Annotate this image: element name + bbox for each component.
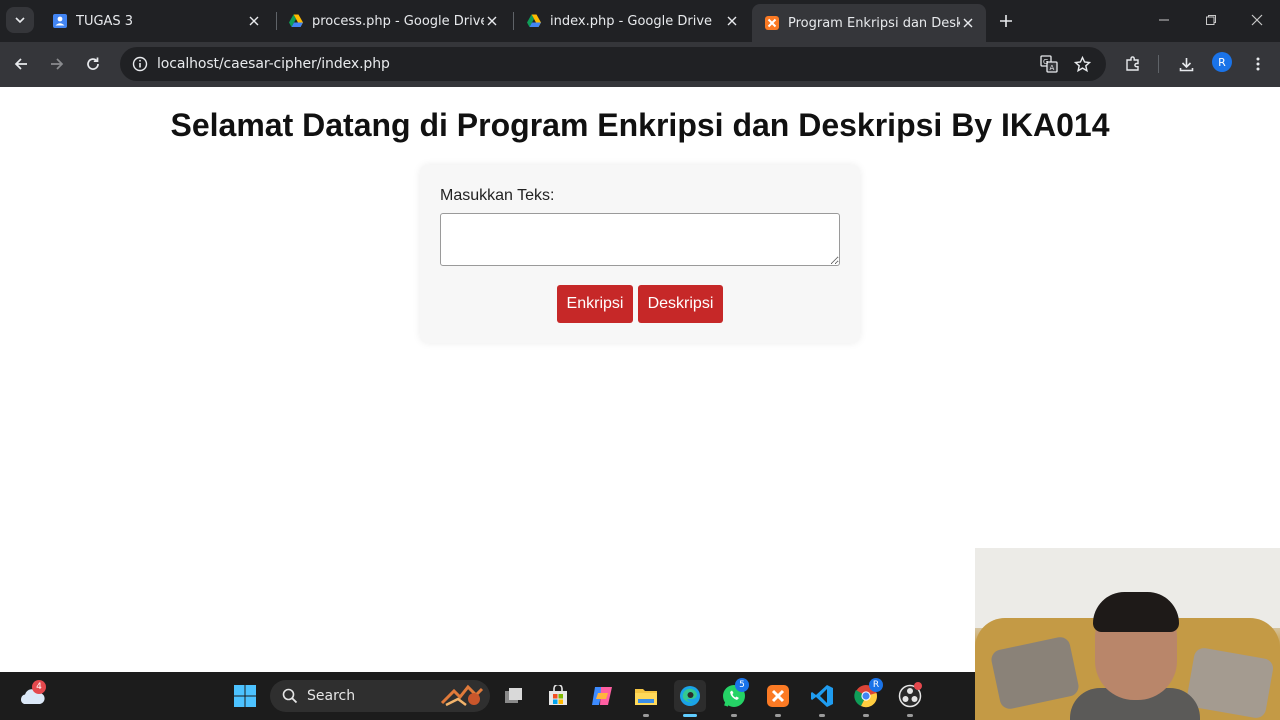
windows-logo-icon — [234, 685, 256, 707]
windows-taskbar: 4 Search 5 R — [0, 672, 975, 720]
tab-index-php[interactable]: index.php - Google Drive — [514, 4, 750, 38]
running-indicator — [907, 714, 913, 717]
running-indicator — [643, 714, 649, 717]
close-icon[interactable] — [484, 13, 500, 29]
tab-label: Program Enkripsi dan Deskripsi — [788, 15, 960, 31]
download-icon — [1179, 57, 1193, 71]
xampp-icon[interactable] — [762, 680, 794, 712]
weather-badge: 4 — [32, 680, 46, 694]
back-button[interactable] — [8, 51, 34, 77]
tab-label: index.php - Google Drive — [550, 13, 713, 29]
screen: TUGAS 3 process.php - Google Drive index… — [0, 0, 1280, 720]
contacts-icon — [53, 14, 67, 28]
webcam-person-hair — [1093, 592, 1179, 632]
new-tab-button[interactable] — [994, 9, 1018, 33]
tab-search-button[interactable] — [6, 7, 34, 33]
reload-icon — [87, 57, 99, 70]
active-indicator — [683, 714, 697, 717]
browser-toolbar: localhost/caesar-cipher/index.php GA — [0, 42, 1280, 87]
taskbar-search[interactable]: Search — [270, 680, 490, 712]
webcam-overlay — [975, 548, 1280, 720]
chrome-menu-button[interactable] — [1245, 51, 1271, 77]
arrow-left-icon — [14, 58, 27, 70]
translate-icon[interactable]: GA — [1037, 52, 1061, 76]
address-bar[interactable]: localhost/caesar-cipher/index.php GA — [120, 47, 1106, 81]
microsoft-store-icon[interactable] — [542, 680, 574, 712]
file-explorer-icon[interactable] — [630, 680, 662, 712]
profile-avatar[interactable]: R — [1212, 52, 1232, 72]
tab-process-php[interactable]: process.php - Google Drive — [276, 4, 510, 38]
page-title: Selamat Datang di Program Enkripsi dan D… — [170, 107, 1110, 143]
restore-icon — [1206, 15, 1216, 25]
text-input[interactable] — [440, 213, 840, 266]
restore-button[interactable] — [1197, 8, 1225, 32]
site-info-icon[interactable] — [128, 52, 152, 76]
tab-label: process.php - Google Drive — [312, 13, 484, 29]
chevron-down-icon — [15, 17, 25, 24]
close-icon[interactable] — [246, 13, 262, 29]
search-icon — [282, 688, 298, 704]
running-indicator — [775, 714, 781, 717]
minimize-icon — [1159, 19, 1169, 21]
cipher-form-card: Masukkan Teks: Enkripsi Deskripsi — [420, 165, 860, 343]
tab-tugas3[interactable]: TUGAS 3 — [40, 4, 272, 38]
arrow-right-icon — [51, 58, 64, 70]
xampp-icon — [765, 16, 779, 30]
close-icon — [1251, 14, 1263, 26]
encrypt-button[interactable]: Enkripsi — [557, 285, 633, 323]
taskbar-search-label: Search — [307, 688, 356, 704]
puzzle-icon — [1126, 56, 1139, 71]
close-icon[interactable] — [960, 15, 976, 31]
whatsapp-badge: 5 — [735, 678, 749, 692]
downloads-button[interactable] — [1173, 51, 1199, 77]
address-bar-url[interactable]: localhost/caesar-cipher/index.php — [157, 56, 390, 72]
plus-icon — [1000, 15, 1012, 27]
minimize-button[interactable] — [1150, 8, 1178, 32]
extensions-button[interactable] — [1120, 51, 1146, 77]
running-indicator — [819, 714, 825, 717]
reload-button[interactable] — [80, 51, 106, 77]
decrypt-button[interactable]: Deskripsi — [638, 285, 723, 323]
close-icon[interactable] — [724, 13, 740, 29]
search-highlight-icon — [440, 684, 484, 707]
edge-icon[interactable] — [674, 680, 706, 712]
copilot-icon[interactable] — [586, 680, 618, 712]
task-view-button[interactable] — [498, 680, 530, 712]
input-label: Masukkan Teks: — [440, 187, 555, 204]
kebab-menu-icon — [1256, 57, 1260, 71]
forward-button[interactable] — [44, 51, 70, 77]
google-drive-icon — [289, 14, 303, 27]
running-indicator — [863, 714, 869, 717]
tab-label: TUGAS 3 — [76, 13, 134, 29]
start-button[interactable] — [229, 680, 261, 712]
recording-dot — [914, 682, 922, 690]
svg-text:A: A — [1050, 64, 1055, 72]
close-window-button[interactable] — [1243, 8, 1271, 32]
tab-program-enkripsi[interactable]: Program Enkripsi dan Deskripsi — [752, 4, 986, 42]
chrome-profile-badge: R — [869, 678, 883, 692]
toolbar-divider — [1158, 55, 1159, 73]
vscode-icon[interactable] — [806, 680, 838, 712]
bookmark-star-icon[interactable] — [1070, 52, 1094, 76]
browser-tab-strip: TUGAS 3 process.php - Google Drive index… — [0, 0, 1280, 42]
svg-text:G: G — [1043, 58, 1048, 66]
google-drive-icon — [527, 14, 541, 27]
running-indicator — [731, 714, 737, 717]
task-view-icon — [505, 688, 522, 703]
